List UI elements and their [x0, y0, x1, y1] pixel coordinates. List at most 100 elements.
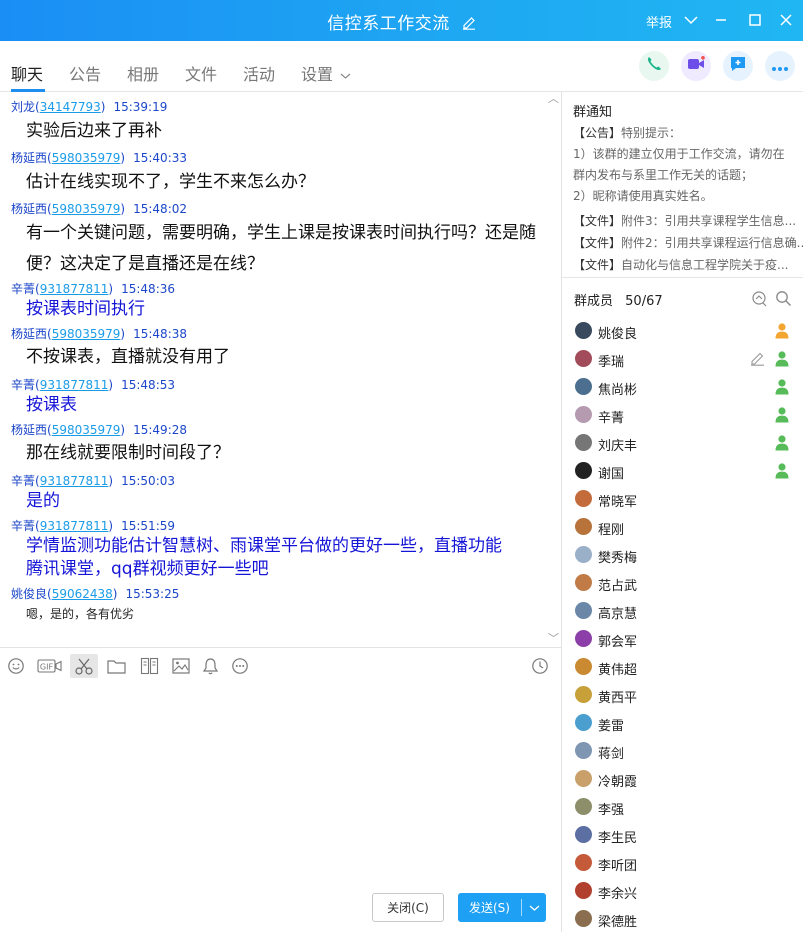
bell-icon[interactable] — [199, 654, 221, 678]
notice-line[interactable]: 【公告】特别提示： — [573, 124, 681, 141]
video-call-button[interactable] — [681, 51, 711, 81]
member-item[interactable]: 梁德胜 — [562, 905, 803, 932]
member-item[interactable]: 李生民 — [562, 821, 803, 849]
edit-title-icon[interactable] — [462, 15, 476, 35]
sender-name[interactable]: 刘龙 — [11, 100, 35, 114]
member-item[interactable]: 刘庆丰 — [562, 429, 803, 457]
member-item[interactable]: 黄西平 — [562, 681, 803, 709]
sender-name[interactable]: 姚俊良 — [11, 587, 47, 601]
sender-name[interactable]: 辛菁 — [11, 519, 35, 533]
avatar[interactable] — [575, 490, 592, 507]
tab-activities[interactable]: 活动 — [243, 61, 275, 85]
member-item[interactable]: 谢国 — [562, 457, 803, 485]
file-notice-line[interactable]: 【文件】自动化与信息工程学院关于疫... — [573, 256, 788, 273]
tab-files[interactable]: 文件 — [185, 61, 217, 85]
member-item[interactable]: 郭会军 — [562, 625, 803, 653]
avatar[interactable] — [575, 546, 592, 563]
avatar[interactable] — [575, 854, 592, 871]
screenshot-scissors-icon[interactable] — [70, 654, 98, 678]
member-item[interactable]: 范占武 — [562, 569, 803, 597]
avatar[interactable] — [575, 742, 592, 759]
member-item[interactable]: 李强 — [562, 793, 803, 821]
member-item[interactable]: 辛菁 — [562, 401, 803, 429]
tab-album[interactable]: 相册 — [127, 61, 159, 85]
file-notice-line[interactable]: 【文件】附件2：引用共享课程运行信息确... — [573, 234, 803, 251]
scroll-up-icon[interactable]: ︿ — [548, 92, 559, 106]
avatar[interactable] — [575, 602, 592, 619]
sender-name[interactable]: 杨延西 — [11, 202, 47, 216]
avatar[interactable] — [575, 714, 592, 731]
maximize-icon[interactable] — [745, 10, 765, 30]
avatar[interactable] — [575, 630, 592, 647]
close-icon[interactable] — [776, 10, 796, 30]
member-item[interactable]: 姚俊良 — [562, 317, 803, 345]
send-options-chevron-icon[interactable] — [522, 904, 546, 912]
group-chat-button[interactable] — [723, 51, 753, 81]
folder-icon[interactable] — [105, 654, 127, 678]
sender-uid-link[interactable]: 598035979 — [52, 151, 121, 165]
member-item[interactable]: 高京慧 — [562, 597, 803, 625]
avatar[interactable] — [575, 322, 592, 339]
avatar[interactable] — [575, 462, 592, 479]
title-bar[interactable]: 信控系工作交流 举报 — [0, 0, 803, 41]
avatar[interactable] — [575, 518, 592, 535]
avatar[interactable] — [575, 882, 592, 899]
search-icon[interactable] — [775, 290, 793, 308]
sender-uid-link[interactable]: 598035979 — [52, 423, 121, 437]
voice-call-button[interactable] — [639, 51, 669, 81]
sender-uid-link[interactable]: 598035979 — [52, 202, 121, 216]
sender-name[interactable]: 杨延西 — [11, 327, 47, 341]
avatar[interactable] — [575, 434, 592, 451]
avatar[interactable] — [575, 826, 592, 843]
sender-uid-link[interactable]: 59062438 — [52, 587, 113, 601]
scroll-down-icon[interactable]: ﹀ — [548, 630, 559, 646]
image-icon[interactable] — [170, 654, 192, 678]
member-item[interactable]: 常晓军 — [562, 485, 803, 513]
member-item[interactable]: 李余兴 — [562, 877, 803, 905]
message-input[interactable] — [0, 683, 561, 883]
more-options-button[interactable] — [765, 51, 795, 81]
chevron-down-icon[interactable] — [681, 10, 701, 30]
member-item[interactable]: 樊秀梅 — [562, 541, 803, 569]
avatar[interactable] — [575, 350, 592, 367]
sender-uid-link[interactable]: 34147793 — [40, 100, 101, 114]
close-button[interactable]: 关闭(C) — [372, 893, 444, 922]
avatar[interactable] — [575, 406, 592, 423]
member-item[interactable]: 程刚 — [562, 513, 803, 541]
member-item[interactable]: 蒋剑 — [562, 737, 803, 765]
avatar[interactable] — [575, 770, 592, 787]
send-button[interactable]: 发送(S) — [458, 893, 546, 922]
send-label[interactable]: 发送(S) — [458, 899, 521, 916]
tab-chat[interactable]: 聊天 — [11, 61, 43, 85]
member-item[interactable]: 冷朝霞 — [562, 765, 803, 793]
emoji-icon[interactable] — [5, 654, 27, 678]
member-manage-icon[interactable] — [751, 290, 769, 308]
member-item[interactable]: 季瑞 — [562, 345, 803, 373]
sender-name[interactable]: 杨延西 — [11, 423, 47, 437]
sender-uid-link[interactable]: 931877811 — [40, 519, 109, 533]
member-item[interactable]: 姜雷 — [562, 709, 803, 737]
report-button[interactable]: 举报 — [646, 12, 672, 31]
settings-chevron-icon[interactable] — [340, 65, 351, 84]
avatar[interactable] — [575, 686, 592, 703]
sender-uid-link[interactable]: 598035979 — [52, 327, 121, 341]
history-clock-icon[interactable] — [529, 654, 551, 678]
tab-settings[interactable]: 设置 — [301, 61, 333, 85]
doc-share-icon[interactable] — [138, 654, 160, 678]
tab-announcements[interactable]: 公告 — [69, 61, 101, 85]
edit-pencil-icon[interactable] — [750, 351, 766, 367]
avatar[interactable] — [575, 378, 592, 395]
group-notice-panel[interactable]: 群通知 【公告】特别提示： 1）该群的建立仅用于工作交流，请勿在 群内发布与系里… — [562, 92, 803, 278]
minimize-icon[interactable] — [711, 10, 731, 30]
avatar[interactable] — [575, 658, 592, 675]
avatar[interactable] — [575, 574, 592, 591]
member-item[interactable]: 黄伟超 — [562, 653, 803, 681]
member-item[interactable]: 焦尚彬 — [562, 373, 803, 401]
chat-history[interactable]: ︿ 刘龙(34147793) 15:39:19 实验后边来了再补 杨延西(5980… — [0, 92, 561, 647]
avatar[interactable] — [575, 910, 592, 927]
sender-name[interactable]: 杨延西 — [11, 151, 47, 165]
more-tools-icon[interactable] — [229, 654, 251, 678]
file-notice-line[interactable]: 【文件】附件3：引用共享课程学生信息... — [573, 212, 796, 229]
member-item[interactable]: 李听团 — [562, 849, 803, 877]
avatar[interactable] — [575, 798, 592, 815]
